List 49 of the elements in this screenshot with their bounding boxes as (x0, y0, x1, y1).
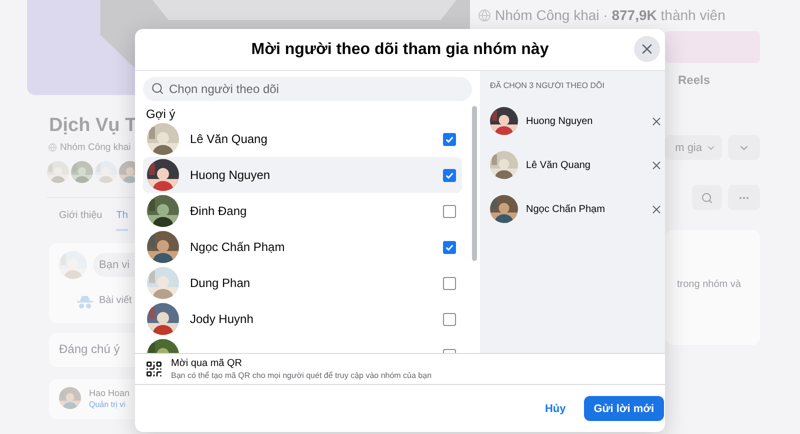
qr-code-icon (145, 360, 163, 378)
selected-heading: ĐÃ CHỌN 3 NGƯỜI THEO DÕI (490, 81, 606, 90)
search-icon (701, 192, 713, 204)
card-text: trong nhóm và (677, 279, 741, 290)
close-icon (650, 158, 662, 172)
group-stats: Nhóm Công khai · 877,9K thành viên (495, 7, 726, 23)
checkbox[interactable] (443, 276, 456, 290)
check-icon (445, 134, 454, 144)
dialog-title: Mời người theo dõi tham gia nhóm này (251, 40, 549, 58)
globe-icon (478, 8, 491, 22)
person-row[interactable]: Đinh Đang (143, 193, 462, 229)
selected-name: Ngọc Chấn Phạm (526, 204, 606, 214)
checkbox[interactable] (443, 132, 456, 146)
close-icon (650, 202, 662, 216)
search-field[interactable]: Chọn người theo dõi (143, 77, 472, 101)
featured-label: Đáng chú ý (59, 342, 120, 356)
cancel-button[interactable]: Hủy (534, 396, 576, 420)
scrollbar[interactable] (472, 106, 477, 261)
qr-description: Bạn có thể tạo mã QR cho mọi người quét để truy cập vào nhóm của bạn (171, 371, 432, 380)
person-name: Đinh Đang (190, 204, 248, 218)
checkbox[interactable] (443, 312, 456, 326)
check-icon (445, 242, 454, 252)
post-author: Hao Hoan (89, 388, 130, 398)
close-icon (650, 114, 662, 128)
hat-glasses-icon (77, 295, 93, 309)
selected-name: Lê Văn Quang (526, 160, 592, 170)
close-button[interactable] (634, 36, 660, 62)
check-icon (445, 170, 454, 180)
person-name: Ngọc Chấn Phạm (190, 240, 286, 254)
anonymous-post-label: Bài viết (99, 295, 132, 306)
person-name: Lê Văn Quang (190, 132, 268, 146)
person-name: Huong Nguyen (190, 168, 272, 182)
search-button[interactable] (692, 185, 722, 210)
person-name: Dung Phan (190, 276, 252, 290)
selected-name: Huong Nguyen (526, 116, 594, 126)
person-row[interactable]: Huong Nguyen (143, 157, 462, 193)
qr-title: Mời qua mã QR (171, 358, 244, 369)
globe-icon (48, 143, 57, 152)
reels-label: Reels (678, 73, 710, 87)
author-role: Quản trị vi (89, 400, 126, 408)
person-row[interactable]: Jody Huynh (143, 301, 462, 337)
search-icon (151, 82, 164, 95)
send-button[interactable]: Gửi lời mới (584, 396, 664, 421)
person-name: Jody Huynh (190, 312, 254, 326)
checkbox[interactable] (443, 168, 456, 182)
checkbox[interactable] (443, 204, 456, 218)
checkbox[interactable] (443, 240, 456, 254)
section-heading: Gợi ý (146, 107, 176, 121)
privacy-label: Nhóm Công khai (60, 142, 131, 153)
